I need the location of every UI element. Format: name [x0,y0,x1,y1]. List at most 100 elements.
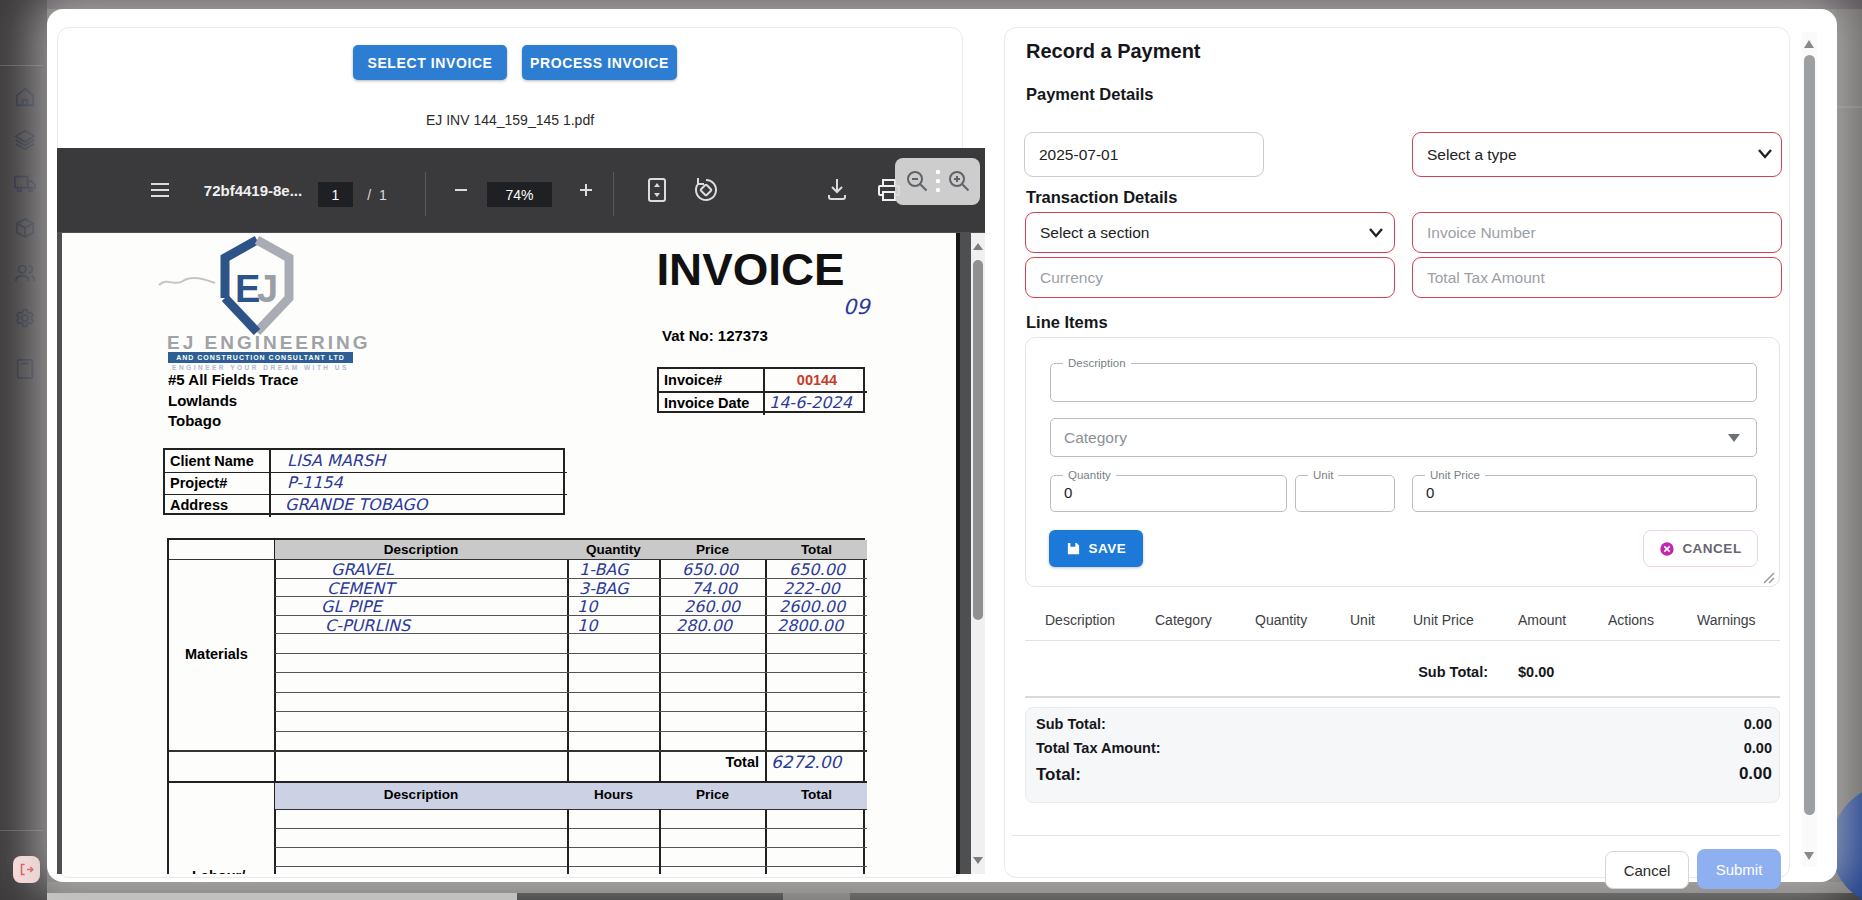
materials-table: Description Quantity Price Total GRAVEL … [167,538,865,874]
resize-grip[interactable] [1763,572,1775,584]
download-icon[interactable] [823,174,851,204]
scroll-down-arrow[interactable] [1804,852,1814,860]
invoice-document: E J EJ ENGINEERING AND CONSTRUCTION CONS… [62,233,960,874]
company-name: EJ ENGINEERING [167,332,371,354]
pdf-viewer: 72bf4419-8e... 1 / 1 74% [57,148,985,874]
pdf-page-count: / 1 [357,182,397,207]
process-invoice-button[interactable]: PROCESS INVOICE [522,45,677,80]
footer-submit-button[interactable]: Submit [1697,849,1781,889]
col-unit-price: Unit Price [1413,612,1474,628]
labour-label: Labour/ [192,868,245,874]
description-field[interactable]: Description [1050,363,1757,402]
scroll-up-arrow[interactable] [973,243,983,250]
scroll-down-arrow[interactable] [973,857,983,864]
select-invoice-button[interactable]: SELECT INVOICE [353,45,507,80]
zoom-in-button[interactable] [573,177,599,203]
layers-icon[interactable] [14,129,36,151]
vat-number: Vat No: 127373 [662,327,768,344]
backdrop-footer-dark2 [850,893,1862,900]
panel-title: Record a Payment [1026,40,1201,63]
scroll-up-arrow[interactable] [1804,40,1814,48]
fit-to-page-icon[interactable] [644,175,670,205]
unit-label: Unit [1308,469,1338,481]
cancel-line-item-button[interactable]: CANCEL [1643,530,1758,567]
payment-type-select[interactable]: Select a type [1412,132,1782,177]
col-amount: Amount [1518,612,1566,628]
col-quantity: Quantity [1255,612,1307,628]
col-actions: Actions [1608,612,1654,628]
logout-icon[interactable] [13,856,40,883]
backdrop-footer-light [47,893,517,900]
pdf-page-input[interactable]: 1 [318,182,353,207]
truck-icon[interactable] [14,173,36,195]
category-select[interactable]: Category [1050,418,1757,457]
panel-scrollbar-thumb[interactable] [1804,55,1815,815]
company-logo: E J [205,236,310,336]
payment-details-heading: Payment Details [1026,85,1153,104]
backdrop-footer-dark [517,893,783,900]
pdf-scrollbar-thumb[interactable] [973,260,983,620]
summary-tax-value: 0.00 [1672,740,1772,756]
settings-icon[interactable] [14,307,36,329]
footer-cancel-button[interactable]: Cancel [1605,851,1689,889]
invoice-number-input[interactable]: Invoice Number [1412,212,1782,253]
payment-date-input[interactable]: 2025-07-01 [1024,132,1264,177]
pdf-filename: EJ INV 144_159_145 1.pdf [257,112,763,128]
calculator-icon[interactable] [14,358,36,380]
magnifier-minus-icon[interactable] [905,169,929,193]
save-button[interactable]: SAVE [1049,530,1143,567]
client-table: Client Name LISA MARSH Project# P-1154 A… [163,448,565,515]
materials-label: Materials [185,646,248,662]
grid-subtotal-value: $0.00 [1518,664,1554,680]
invoice-date-value: 14-6-2024 [769,393,852,412]
backdrop [1837,9,1862,900]
pdf-scrollbar[interactable] [971,233,985,874]
grid-subtotal-label: Sub Total: [1388,664,1488,680]
invoice-number-value: 00144 [771,372,863,388]
cancel-icon [1659,541,1675,557]
dropdown-arrow-icon [1728,434,1740,442]
section-select[interactable]: Select a section [1025,212,1395,253]
summary-total-label: Total: [1036,765,1081,785]
backdrop-seam [1837,106,1862,108]
transaction-details-heading: Transaction Details [1026,188,1177,207]
col-unit: Unit [1350,612,1375,628]
total-tax-input[interactable]: Total Tax Amount [1412,257,1782,298]
home-icon[interactable] [14,86,36,108]
unit-price-field[interactable]: Unit Price 0 [1412,475,1757,512]
col-category: Category [1155,612,1212,628]
materials-total-value: 6272.00 [771,752,841,772]
svg-text:J: J [257,268,278,310]
category-label: Category [1064,429,1127,447]
description-label: Description [1063,357,1131,369]
zoom-out-button[interactable] [448,177,474,203]
zoom-controls-overlay [895,158,980,205]
company-subname: AND CONSTRUCTION CONSULTANT LTD [168,352,353,363]
package-icon[interactable] [14,217,36,239]
pdf-toolbar: 72bf4419-8e... 1 / 1 74% [57,148,985,232]
unit-field[interactable]: Unit [1295,475,1395,512]
invoice-meta-table: Invoice# 00144 Invoice Date 14-6-2024 [657,367,865,413]
panel-scrollbar[interactable] [1802,32,1817,867]
handwritten-page-number: 09 [843,295,870,319]
line-items-heading: Line Items [1026,313,1108,332]
chevron-down-icon [1757,148,1773,160]
quantity-label: Quantity [1063,469,1116,481]
pdf-zoom-level[interactable]: 74% [487,182,552,207]
users-icon[interactable] [14,262,36,284]
backdrop-bottom [47,882,1862,893]
rotate-icon[interactable] [691,175,721,205]
summary-total-value: 0.00 [1672,764,1772,784]
company-address: #5 All Fields Trace Lowlands Tobago [168,370,298,432]
currency-input[interactable]: Currency [1025,257,1395,298]
col-description: Description [1045,612,1115,628]
scan-smudge [157,273,217,291]
magnifier-plus-icon[interactable] [947,169,971,193]
save-icon [1066,541,1081,556]
col-warnings: Warnings [1697,612,1756,628]
backdrop-footer-gray [783,893,850,900]
top-bar [0,0,1862,9]
more-dots-icon[interactable] [933,167,943,197]
app-root: SELECT INVOICE PROCESS INVOICE EJ INV 14… [0,0,1862,900]
quantity-field[interactable]: Quantity 0 [1050,475,1287,512]
